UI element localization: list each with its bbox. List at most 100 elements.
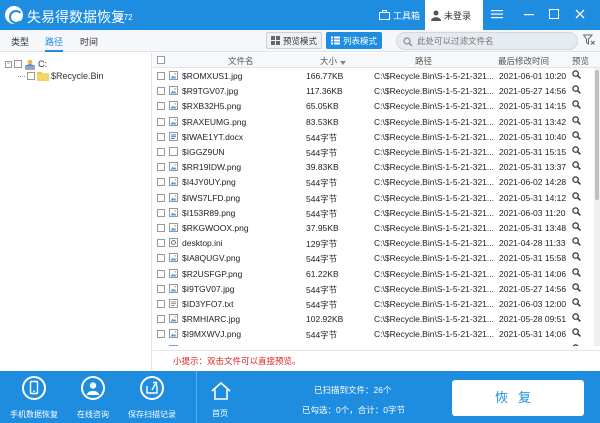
preview-icon[interactable] xyxy=(572,146,581,157)
row-checkbox[interactable] xyxy=(157,224,165,232)
file-size: 129字节 xyxy=(306,239,338,250)
header-path[interactable]: 路径 xyxy=(415,55,432,67)
row-checkbox[interactable] xyxy=(157,300,165,308)
table-row[interactable]: $RR19IDW.png 39.83KB C:\$Recycle.Bin\S-1-5… xyxy=(153,159,594,174)
table-row[interactable]: $I9TGV07.jpg 544字节 C:\$Recycle.Bin\S-1-5-2… xyxy=(153,281,594,296)
file-path: C:\$Recycle.Bin\S-1-5-21-321... xyxy=(374,86,494,97)
table-row[interactable]: $IWAE1YT.docx 544字节 C:\$Recycle.Bin\S-1-5-… xyxy=(153,129,594,144)
file-path: C:\$Recycle.Bin\S-1-5-21-321... xyxy=(374,101,494,112)
table-row[interactable]: $I9MXWVJ.png 544字节 C:\$Recycle.Bin\S-1-5-2… xyxy=(153,326,594,341)
tree-node-recycle-bin[interactable]: $Recycle.Bin xyxy=(18,70,104,82)
preview-icon[interactable] xyxy=(572,313,581,324)
row-checkbox[interactable] xyxy=(157,239,165,248)
list-mode-button[interactable]: 列表模式 xyxy=(326,32,382,49)
home-button[interactable]: 首页 xyxy=(204,371,240,423)
table-row[interactable]: $R2USFGP.png 61.22KB C:\$Recycle.Bin\S-1-5… xyxy=(153,266,594,281)
row-checkbox[interactable] xyxy=(157,284,165,293)
toolbox-label: 工具箱 xyxy=(393,10,421,21)
document-file-icon xyxy=(169,131,178,141)
row-checkbox[interactable] xyxy=(157,315,165,324)
row-checkbox[interactable] xyxy=(157,87,165,96)
table-row[interactable]: $ID3YFO7.txt 544字节 C:\$Recycle.Bin\S-1-5-2… xyxy=(153,296,594,311)
table-row[interactable]: $IA8QUGV.png 544字节 C:\$Recycle.Bin\S-1-5-2… xyxy=(153,250,594,265)
preview-icon[interactable] xyxy=(572,176,581,187)
preview-icon[interactable] xyxy=(572,131,581,142)
file-name: $RAXEUMG.png xyxy=(182,116,247,127)
filter-clear-icon[interactable] xyxy=(583,34,595,46)
table-row[interactable]: desktop.ini 129字节 C:\$Recycle.Bin\S-1-5-21… xyxy=(153,235,594,250)
preview-icon[interactable] xyxy=(572,237,581,248)
tab-path[interactable]: 路径 xyxy=(45,35,64,52)
table-row[interactable]: $RAXEUMG.png 83.53KB C:\$Recycle.Bin\S-1-5… xyxy=(153,114,594,129)
select-all-checkbox[interactable] xyxy=(157,56,165,64)
file-path: C:\$Recycle.Bin\S-1-5-21-321... xyxy=(374,131,494,142)
save-scan-record-button[interactable]: 保存扫描记录 xyxy=(122,371,182,423)
table-row[interactable]: $IWS7LFD.png 544字节 C:\$Recycle.Bin\S-1-5-2… xyxy=(153,190,594,205)
table-row[interactable]: $RXB32H5.png 65.05KB C:\$Recycle.Bin\S-1-5… xyxy=(153,98,594,113)
preview-icon[interactable] xyxy=(572,298,581,309)
preview-icon[interactable] xyxy=(572,115,581,127)
row-checkbox[interactable] xyxy=(157,72,165,80)
preview-icon[interactable] xyxy=(572,252,581,263)
file-name: $R9TGV07.jpg xyxy=(182,86,239,97)
tab-type[interactable]: 类型 xyxy=(11,35,29,48)
row-checkbox[interactable] xyxy=(157,148,165,156)
table-row[interactable]: $RKGWOOX.png 37.95KB C:\$Recycle.Bin\S-1-5… xyxy=(153,220,594,235)
row-checkbox[interactable] xyxy=(157,178,165,187)
preview-icon[interactable] xyxy=(572,207,581,218)
preview-icon[interactable] xyxy=(572,222,581,233)
table-row[interactable]: $I4JY0UY.png 544字节 C:\$Recycle.Bin\S-1-5-2… xyxy=(153,174,594,189)
row-checkbox[interactable] xyxy=(157,102,165,111)
row-checkbox[interactable] xyxy=(157,208,165,217)
preview-icon[interactable] xyxy=(572,283,581,294)
table-row[interactable]: $I153R89.png 544字节 C:\$Recycle.Bin\S-1-5-2… xyxy=(153,205,594,220)
preview-icon[interactable] xyxy=(572,85,581,96)
file-name: $RXB32H5.png xyxy=(182,101,242,112)
bottom-bar: 手机数据恢复 在线咨询 保存扫描记录 首页 已扫描到文件：26个 已勾选：0个，… xyxy=(0,371,600,423)
row-checkbox[interactable] xyxy=(157,269,165,278)
table-row[interactable]: $RMHIARC.jpg 102.92KB C:\$Recycle.Bin\S-1-… xyxy=(153,311,594,326)
collapse-icon[interactable]: − xyxy=(5,60,12,68)
row-checkbox[interactable] xyxy=(157,132,165,141)
menu-button[interactable] xyxy=(488,6,506,24)
table-row[interactable]: $RB06JKG.jpg 2.46MB C:\$Recycle.Bin\S-1-5-… xyxy=(153,342,594,346)
row-checkbox[interactable] xyxy=(157,117,165,126)
header-date[interactable]: 最后修改时间 xyxy=(498,55,549,67)
thumbnail-mode-button[interactable]: 预览模式 xyxy=(266,32,322,49)
tree-checkbox[interactable] xyxy=(14,60,22,68)
list-mode-label: 列表模式 xyxy=(342,35,377,46)
tab-time[interactable]: 时间 xyxy=(80,35,98,48)
online-consult-button[interactable]: 在线咨询 xyxy=(63,371,123,423)
tree-node-drive[interactable]: − C: xyxy=(5,58,47,70)
table-row[interactable]: $IGGZ9UN 544字节 C:\$Recycle.Bin\S-1-5-21-32… xyxy=(153,144,594,159)
preview-icon[interactable] xyxy=(572,191,581,203)
recover-button[interactable]: 恢复 xyxy=(452,380,584,416)
table-row[interactable]: $ROMXUS1.jpg 166.77KB C:\$Recycle.Bin\S-1-… xyxy=(153,68,594,83)
row-checkbox[interactable] xyxy=(157,254,165,263)
vertical-scrollbar[interactable] xyxy=(594,68,600,346)
row-checkbox[interactable] xyxy=(157,163,165,172)
table-row[interactable]: $R9TGV07.jpg 117.36KB C:\$Recycle.Bin\S-1-… xyxy=(153,83,594,98)
preview-icon[interactable] xyxy=(572,70,581,81)
preview-icon[interactable] xyxy=(572,161,581,172)
row-checkbox[interactable] xyxy=(157,330,165,339)
search-box[interactable] xyxy=(396,32,578,50)
preview-icon[interactable] xyxy=(572,100,581,111)
header-size[interactable]: 大小 xyxy=(320,55,337,67)
maximize-button[interactable] xyxy=(545,6,563,24)
tree-checkbox[interactable] xyxy=(27,72,35,80)
preview-icon[interactable] xyxy=(572,267,581,279)
row-checkbox[interactable] xyxy=(157,193,165,202)
phone-recovery-button[interactable]: 手机数据恢复 xyxy=(4,371,64,423)
minimize-button[interactable] xyxy=(520,6,538,24)
preview-icon[interactable] xyxy=(572,328,581,339)
header-name[interactable]: 文件名 xyxy=(228,55,254,67)
preview-icon[interactable] xyxy=(572,343,581,346)
login-button[interactable]: 未登录 xyxy=(425,0,483,30)
toolbox-button[interactable]: 工具箱 xyxy=(379,6,420,24)
scrollbar-thumb[interactable] xyxy=(595,70,599,200)
close-button[interactable] xyxy=(571,6,589,24)
settings-file-icon xyxy=(169,238,178,248)
search-input[interactable] xyxy=(417,35,567,47)
selected-info: 已勾选：0个，合计：0字节 xyxy=(302,405,405,415)
